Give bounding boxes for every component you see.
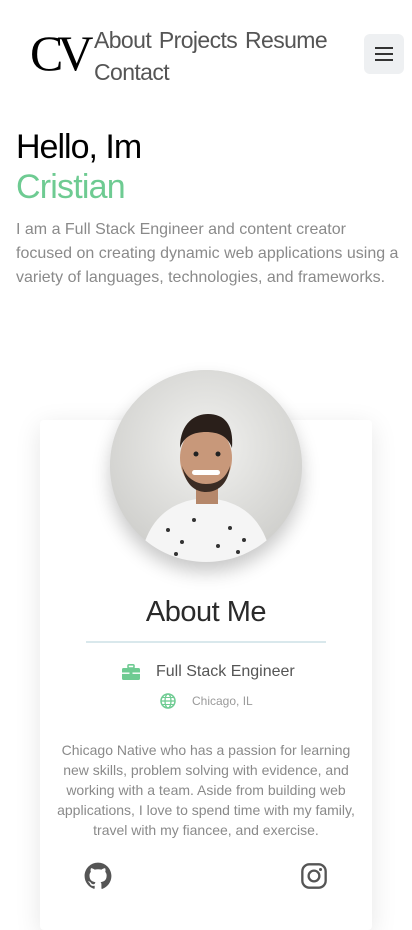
logo-text: CV <box>30 28 93 78</box>
role-row: Full Stack Engineer <box>122 660 295 684</box>
role-text: Full Stack Engineer <box>156 663 295 680</box>
nav-contact[interactable]: Contact <box>94 59 170 85</box>
briefcase-icon <box>122 664 140 680</box>
about-bio: Chicago Native who has a passion for lea… <box>57 742 355 838</box>
hero-greeting: Hello, Im <box>16 128 142 166</box>
instagram-icon[interactable] <box>300 862 328 890</box>
nav-about[interactable]: About <box>94 27 152 53</box>
about-title: About Me <box>145 596 267 628</box>
hero-intro: I am a Full Stack Engineer and content c… <box>16 221 399 286</box>
avatar <box>110 370 302 562</box>
nav-resume[interactable]: Resume <box>245 27 328 53</box>
profile-photo <box>110 370 302 562</box>
divider <box>86 641 326 643</box>
cv-logo[interactable]: CV <box>30 28 96 78</box>
nav-projects[interactable]: Projects <box>159 27 238 53</box>
header: CV About Projects Resume Contact <box>0 0 412 110</box>
hero-section: Hello, Im Cristian I am a Full Stack Eng… <box>16 126 400 290</box>
location-row: Chicago, IL <box>160 690 253 712</box>
menu-button[interactable] <box>364 34 404 74</box>
hamburger-menu-icon <box>375 47 393 61</box>
hero-name: Cristian <box>16 168 126 206</box>
github-icon[interactable] <box>84 862 112 890</box>
location-text: Chicago, IL <box>192 694 253 708</box>
globe-icon <box>160 693 176 709</box>
main-nav: About Projects Resume Contact <box>94 24 344 88</box>
